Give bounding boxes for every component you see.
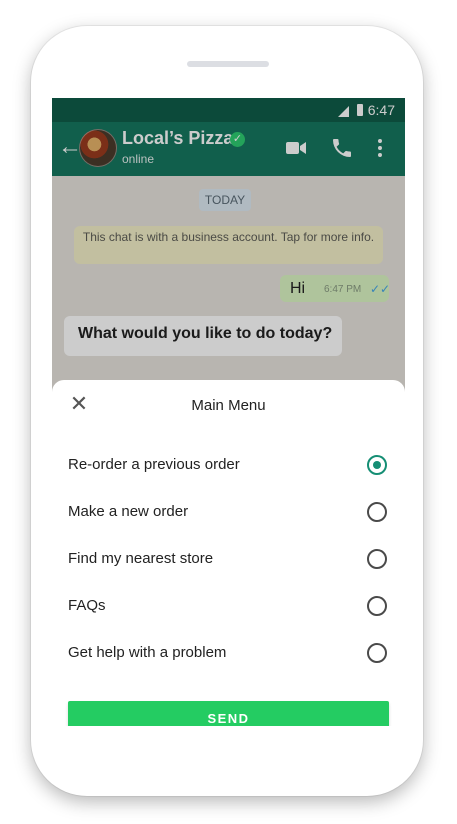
option-label: Re-order a previous order [68, 456, 240, 473]
menu-option-help[interactable]: Get help with a problem [52, 630, 405, 676]
menu-option-new-order[interactable]: Make a new order [52, 489, 405, 535]
option-label: Make a new order [68, 503, 189, 520]
menu-option-faqs[interactable]: FAQs [52, 583, 405, 629]
option-label: Find my nearest store [68, 550, 214, 567]
sheet-title: Main Menu [191, 397, 266, 414]
radio-icon[interactable] [367, 549, 387, 569]
radio-selected-dot [373, 461, 381, 469]
main-menu-sheet: ✕ Main Menu Re-order a previous order Ma… [52, 380, 405, 726]
option-label: Get help with a problem [68, 644, 227, 661]
option-label: FAQs [68, 597, 106, 614]
menu-option-reorder[interactable]: Re-order a previous order [52, 442, 405, 488]
phone-frame: 6:47 ← Local’s Pizza ✓ online TODAY This… [31, 26, 423, 796]
radio-icon[interactable] [367, 502, 387, 522]
chat-screen: 6:47 ← Local’s Pizza ✓ online TODAY This… [52, 98, 405, 726]
phone-speaker [187, 61, 269, 67]
menu-option-nearest-store[interactable]: Find my nearest store [52, 536, 405, 582]
send-button[interactable]: SEND [68, 701, 389, 726]
radio-icon[interactable] [367, 643, 387, 663]
radio-icon[interactable] [367, 596, 387, 616]
radio-icon[interactable] [367, 455, 387, 475]
